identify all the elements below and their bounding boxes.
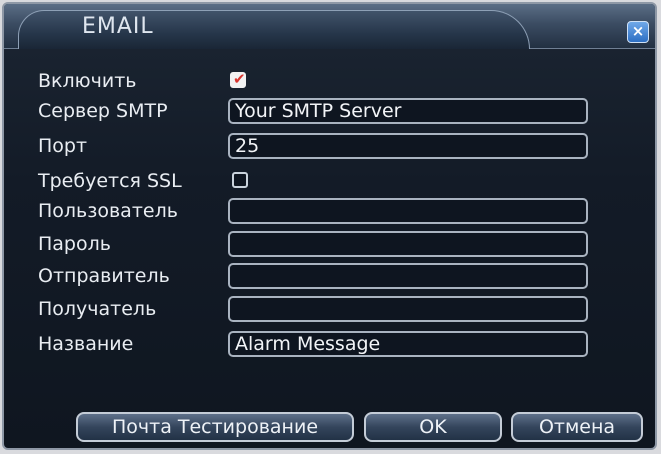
subject-input[interactable]: Alarm Message [228, 331, 588, 357]
enable-checkbox[interactable]: ✔ [230, 70, 246, 88]
cancel-button[interactable]: Отмена [511, 412, 643, 442]
ssl-checkbox[interactable] [232, 172, 248, 188]
port-label: Порт [38, 135, 88, 157]
subject-label: Название [38, 333, 134, 355]
enable-label: Включить [38, 70, 137, 92]
recipient-row: Получатель [4, 296, 655, 324]
ok-button[interactable]: OK [364, 412, 502, 442]
subject-row: Название Alarm Message [4, 331, 655, 359]
smtp-server-label: Сервер SMTP [38, 100, 168, 122]
user-row: Пользователь [4, 198, 655, 226]
ssl-label: Требуется SSL [38, 170, 182, 192]
password-label: Пароль [38, 233, 111, 255]
user-input[interactable] [228, 198, 588, 224]
checkmark-icon: ✔ [233, 70, 246, 88]
port-input[interactable]: 25 [228, 133, 588, 159]
sender-row: Отправитель [4, 263, 655, 291]
email-dialog: EMAIL × Включить ✔ Сервер SMTP Your SMTP… [2, 2, 657, 450]
dialog-title: EMAIL [82, 14, 154, 39]
user-label: Пользователь [38, 200, 178, 222]
sender-label: Отправитель [38, 265, 170, 287]
smtp-server-row: Сервер SMTP Your SMTP Server [4, 98, 655, 126]
port-row: Порт 25 [4, 133, 655, 161]
smtp-server-input[interactable]: Your SMTP Server [228, 98, 588, 124]
password-input[interactable] [228, 231, 588, 257]
email-form: Включить ✔ Сервер SMTP Your SMTP Server … [4, 48, 655, 448]
ssl-row: Требуется SSL [4, 168, 655, 196]
sender-input[interactable] [228, 263, 588, 289]
title-bar: EMAIL × [4, 4, 655, 49]
recipient-input[interactable] [228, 296, 588, 322]
password-row: Пароль [4, 231, 655, 259]
test-mail-button[interactable]: Почта Тестирование [76, 412, 354, 442]
recipient-label: Получатель [38, 298, 157, 320]
close-icon[interactable]: × [627, 21, 649, 43]
enable-row: Включить ✔ [4, 68, 655, 96]
